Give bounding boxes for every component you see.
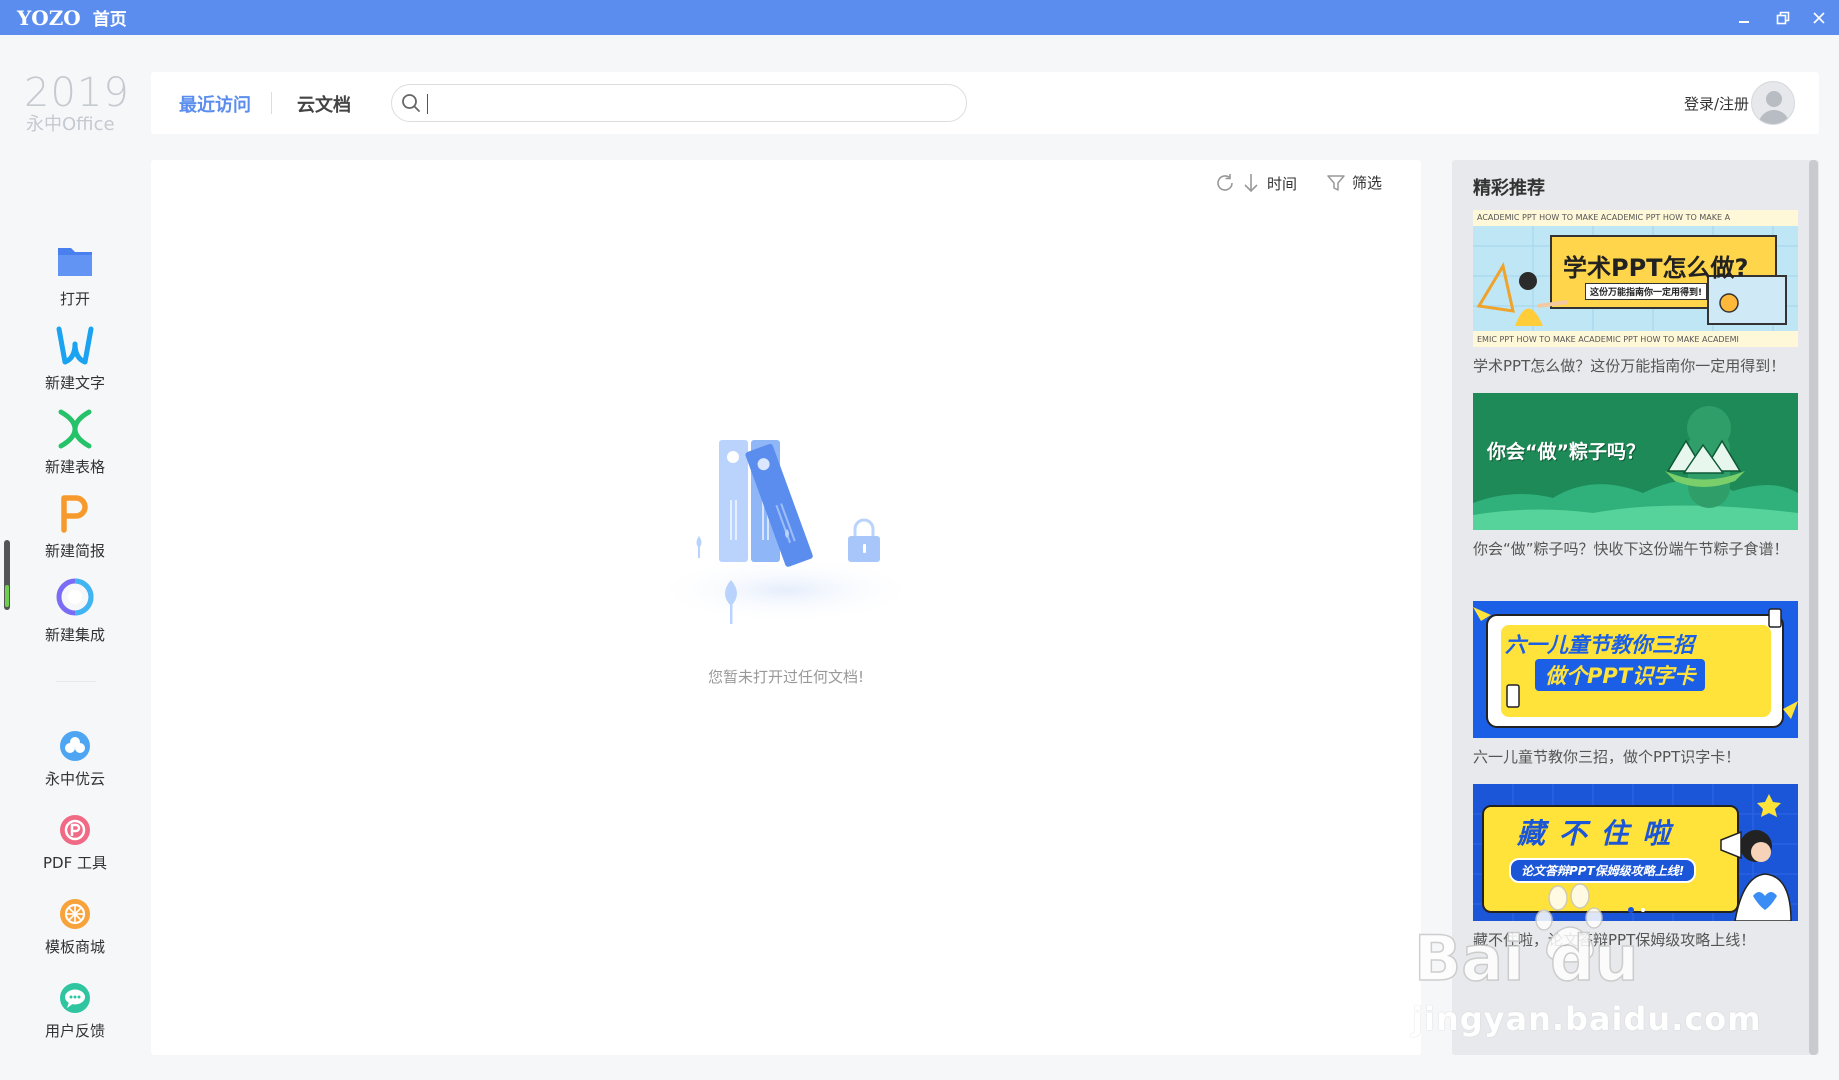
sidebar-item-label: 新建集成 xyxy=(44,626,105,644)
recommendation-banner[interactable]: 六一儿童节教你三招 做个PPT识字卡 xyxy=(1473,601,1798,738)
recommendation-item[interactable]: ACADEMIC PPT HOW TO MAKE ACADEMIC PPT HO… xyxy=(1473,210,1798,379)
search-input[interactable] xyxy=(432,87,952,119)
sidebar-item-new-spreadsheet[interactable]: 新建表格 xyxy=(38,408,112,477)
word-icon xyxy=(56,326,94,365)
sidebar-item-template-store[interactable]: 模板商城 xyxy=(38,898,112,957)
cloud-icon xyxy=(60,731,90,761)
avatar[interactable] xyxy=(1751,81,1795,125)
sidebar-item-new-integrated[interactable]: 新建集成 xyxy=(38,576,112,645)
sidebar-item-label: 永中优云 xyxy=(44,770,105,788)
banner-ticker-bottom: EMIC PPT HOW TO MAKE ACADEMIC PPT HOW TO… xyxy=(1477,335,1739,344)
sidebar-divider xyxy=(56,681,96,682)
recommendations-scrollbar[interactable] xyxy=(1809,160,1818,1055)
close-icon xyxy=(1813,11,1825,24)
restore-icon xyxy=(1776,11,1790,24)
banner-ticker-top: ACADEMIC PPT HOW TO MAKE ACADEMIC PPT HO… xyxy=(1477,213,1731,222)
recommendation-banner[interactable]: ACADEMIC PPT HOW TO MAKE ACADEMIC PPT HO… xyxy=(1473,210,1798,347)
sidebar-item-new-presentation[interactable]: 新建简报 xyxy=(38,492,112,561)
sidebar-item-label: 新建文字 xyxy=(44,374,105,392)
filter-button[interactable]: 筛选 xyxy=(1326,172,1382,193)
recommendation-caption: 学术PPT怎么做？这份万能指南你一定用得到！ xyxy=(1473,357,1786,375)
banner-headline: 藏 不 住 啦 xyxy=(1517,817,1673,850)
app-logo: YOZO xyxy=(17,5,81,30)
banner-subline: 这份万能指南你一定用得到! xyxy=(1585,283,1708,300)
svg-text:du: du xyxy=(1550,922,1639,990)
sort-label: 时间 xyxy=(1267,174,1298,193)
tab-recent[interactable]: 最近访问 xyxy=(179,91,251,117)
sidebar-item-label: 新建表格 xyxy=(44,458,105,476)
sidebar-item-label: 新建简报 xyxy=(44,542,105,560)
recommendation-caption: 六一儿童节教你三招，做个PPT识字卡！ xyxy=(1473,748,1741,766)
svg-text:Bai: Bai xyxy=(1414,922,1524,990)
recommendation-caption: 你会“做”粽子吗？快收下这份端午节粽子食谱！ xyxy=(1473,540,1789,558)
recent-files-panel: 时间 筛选 您暂未打开过任何文档! xyxy=(151,160,1421,1055)
window-title: 首页 xyxy=(92,10,127,30)
search-caret xyxy=(427,94,428,114)
sidebar-item-label: PDF 工具 xyxy=(43,854,107,872)
minimize-button[interactable] xyxy=(1724,0,1764,35)
top-header: 最近访问 云文档 登录/注册 xyxy=(151,72,1819,134)
refresh-button[interactable] xyxy=(1214,172,1236,194)
restore-button[interactable] xyxy=(1763,0,1803,35)
sidebar-item-pdf-tools[interactable]: PDF 工具 xyxy=(38,814,112,873)
sidebar-item-feedback[interactable]: 用户反馈 xyxy=(38,982,112,1041)
sidebar-item-open[interactable]: 打开 xyxy=(38,240,112,309)
title-bar: YOZO 首页 xyxy=(0,0,1839,35)
login-link[interactable]: 登录/注册 xyxy=(1684,93,1749,114)
banner-headline: 你会“做”粽子吗？ xyxy=(1487,441,1645,463)
filter-label: 筛选 xyxy=(1352,174,1383,192)
template-icon xyxy=(60,899,90,929)
sidebar-item-label: 打开 xyxy=(59,290,90,308)
search-icon xyxy=(402,94,420,112)
tab-cloud-docs[interactable]: 云文档 xyxy=(297,91,351,117)
search-box[interactable] xyxy=(391,84,967,122)
sidebar-item-new-document[interactable]: 新建文字 xyxy=(38,324,112,393)
filter-icon xyxy=(1327,174,1345,191)
empty-state-text: 您暂未打开过任何文档! xyxy=(707,668,864,686)
banner-subline: 做个PPT识字卡 xyxy=(1535,659,1706,691)
feedback-icon xyxy=(60,983,90,1013)
tab-divider xyxy=(271,92,272,114)
brand-name: 永中Office xyxy=(26,114,115,135)
slides-icon xyxy=(61,495,88,533)
minimize-icon xyxy=(1739,20,1749,23)
banner-headline: 六一儿童节教你三招 xyxy=(1505,633,1694,657)
sidebar-item-label: 模板商城 xyxy=(44,938,105,956)
sheet-icon xyxy=(58,409,92,449)
sidebar-item-label: 用户反馈 xyxy=(44,1022,105,1040)
user-icon xyxy=(1758,91,1790,124)
refresh-icon xyxy=(1217,174,1233,191)
close-button[interactable] xyxy=(1799,0,1839,35)
sort-by-time-button[interactable]: 时间 xyxy=(1241,172,1297,194)
empty-files-illustration xyxy=(651,440,921,624)
baidu-watermark-logo: Bai du xyxy=(1413,883,1639,990)
recommendations-title: 精彩推荐 xyxy=(1473,178,1545,199)
sidebar-item-yozo-cloud[interactable]: 永中优云 xyxy=(38,730,112,789)
folder-icon xyxy=(58,248,92,276)
arrow-down-icon xyxy=(1244,174,1258,193)
integrated-icon xyxy=(56,578,94,616)
pdf-icon xyxy=(60,815,90,845)
banner-headline: 学术PPT怎么做? xyxy=(1563,254,1749,282)
recommendation-item[interactable]: 六一儿童节教你三招 做个PPT识字卡 六一儿童节教你三招，做个PPT识字卡！ xyxy=(1473,601,1798,770)
recommendation-banner[interactable]: 你会“做”粽子吗？ xyxy=(1473,393,1798,530)
recommendation-item[interactable]: 你会“做”粽子吗？ 你会“做”粽子吗？快收下这份端午节粽子食谱！ xyxy=(1473,393,1798,562)
watermark-site: jingyan.baidu.com xyxy=(1412,1000,1762,1038)
left-scroll-indicator xyxy=(4,540,10,610)
